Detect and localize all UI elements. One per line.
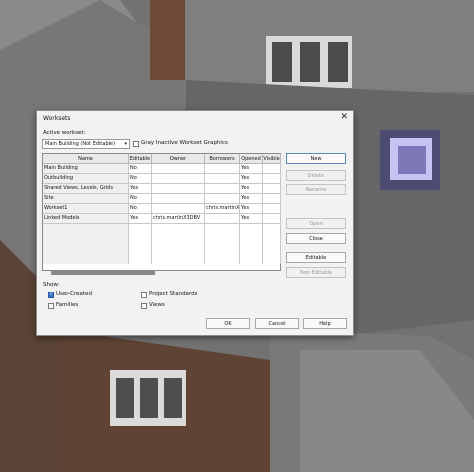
table-cell-borrowers[interactable]: chris.martinX: [205, 204, 240, 214]
families-checkbox[interactable]: [48, 303, 54, 309]
close-icon[interactable]: ✕: [340, 112, 348, 122]
table-empty-cell: [129, 224, 152, 234]
table-cell-visible[interactable]: [263, 164, 281, 174]
table-cell-visible[interactable]: [263, 204, 281, 214]
table-empty-cell: [263, 224, 281, 234]
table-cell-editable[interactable]: Yes: [129, 214, 152, 224]
table-cell-opened[interactable]: Yes: [240, 164, 263, 174]
new-button[interactable]: New: [286, 153, 346, 164]
table-cell-borrowers[interactable]: [205, 184, 240, 194]
header-editable: Editable: [129, 154, 152, 164]
header-opened: Opened: [240, 154, 263, 164]
table-cell-name[interactable]: Main Building: [43, 164, 129, 174]
families-label: Families: [56, 302, 79, 308]
table-empty-cell: [205, 244, 240, 254]
table-empty-cell: [240, 234, 263, 244]
table-empty-cell: [240, 244, 263, 254]
user-created-label: User-Created: [56, 291, 92, 297]
rename-button[interactable]: Rename: [286, 184, 346, 195]
table-empty-cell: [43, 254, 129, 264]
table-cell-editable[interactable]: No: [129, 164, 152, 174]
table-cell-opened[interactable]: Yes: [240, 184, 263, 194]
cancel-button[interactable]: Cancel: [255, 318, 299, 329]
table-empty-cell: [263, 234, 281, 244]
gray-inactive-checkbox[interactable]: [133, 141, 139, 147]
active-workset-select[interactable]: Main Building (Not Editable) ▾: [42, 139, 130, 149]
table-cell-owner[interactable]: chris.martinX3DBV: [152, 214, 205, 224]
header-owner: Owner: [152, 154, 205, 164]
table-cell-borrowers[interactable]: [205, 174, 240, 184]
table-empty-cell: [240, 224, 263, 234]
table-cell-owner[interactable]: [152, 184, 205, 194]
close-button[interactable]: Close: [286, 233, 346, 244]
table-empty-cell: [152, 254, 205, 264]
worksets-table: Name Editable Owner Borrowers Opened Vis…: [42, 153, 281, 271]
table-cell-owner[interactable]: [152, 204, 205, 214]
table-empty-cell: [129, 244, 152, 254]
table-cell-opened[interactable]: Yes: [240, 174, 263, 184]
table-cell-name[interactable]: Outbuilding: [43, 174, 129, 184]
table-empty-cell: [43, 234, 129, 244]
table-empty-cell: [43, 224, 129, 234]
editable-button[interactable]: Editable: [286, 252, 346, 263]
table-empty-cell: [152, 234, 205, 244]
show-label: Show:: [43, 282, 60, 288]
project-standards-checkbox[interactable]: [141, 292, 147, 298]
table-cell-owner[interactable]: [152, 164, 205, 174]
table-cell-editable[interactable]: No: [129, 194, 152, 204]
table-cell-name[interactable]: Linked Models: [43, 214, 129, 224]
views-checkbox[interactable]: [141, 303, 147, 309]
dialog-title: Worksets: [43, 115, 71, 122]
table-empty-cell: [263, 254, 281, 264]
table-empty-cell: [205, 224, 240, 234]
table-cell-opened[interactable]: Yes: [240, 214, 263, 224]
table-empty-cell: [240, 254, 263, 264]
table-empty-cell: [43, 244, 129, 254]
table-cell-borrowers[interactable]: [205, 214, 240, 224]
header-borrowers: Borrowers: [205, 154, 240, 164]
table-cell-owner[interactable]: [152, 194, 205, 204]
table-empty-cell: [205, 254, 240, 264]
table-cell-name[interactable]: Shared Views, Levels, Grids: [43, 184, 129, 194]
gray-inactive-label: Gray Inactive Workset Graphics: [141, 140, 228, 146]
table-empty-cell: [129, 254, 152, 264]
table-cell-opened[interactable]: Yes: [240, 194, 263, 204]
table-cell-name[interactable]: Workset1: [43, 204, 129, 214]
header-visible: Visible: [263, 154, 281, 164]
header-name: Name: [43, 154, 129, 164]
non-editable-button[interactable]: Non Editable: [286, 267, 346, 278]
table-cell-editable[interactable]: No: [129, 204, 152, 214]
table-empty-cell: [152, 244, 205, 254]
table-cell-visible[interactable]: [263, 194, 281, 204]
delete-button[interactable]: Delete: [286, 170, 346, 181]
table-empty-cell: [263, 244, 281, 254]
worksets-dialog: Worksets ✕ Active workset: Main Building…: [36, 110, 354, 336]
help-button[interactable]: Help: [303, 318, 347, 329]
views-label: Views: [149, 302, 165, 308]
table-cell-name[interactable]: Site: [43, 194, 129, 204]
table-cell-owner[interactable]: [152, 174, 205, 184]
table-cell-opened[interactable]: Yes: [240, 204, 263, 214]
table-empty-cell: [129, 234, 152, 244]
table-cell-visible[interactable]: [263, 184, 281, 194]
table-cell-borrowers[interactable]: [205, 164, 240, 174]
active-workset-value: Main Building (Not Editable): [45, 141, 116, 147]
active-workset-label: Active workset:: [43, 130, 86, 136]
table-cell-editable[interactable]: Yes: [129, 184, 152, 194]
table-empty-cell: [152, 224, 205, 234]
table-cell-editable[interactable]: No: [129, 174, 152, 184]
project-standards-label: Project Standards: [149, 291, 198, 297]
table-empty-cell: [205, 234, 240, 244]
chevron-down-icon: ▾: [124, 141, 127, 147]
user-created-checkbox[interactable]: [48, 291, 54, 298]
horizontal-scrollbar[interactable]: [51, 270, 155, 275]
ok-button[interactable]: OK: [206, 318, 250, 329]
table-cell-visible[interactable]: [263, 214, 281, 224]
open-button[interactable]: Open: [286, 218, 346, 229]
table-cell-borrowers[interactable]: [205, 194, 240, 204]
table-cell-visible[interactable]: [263, 174, 281, 184]
